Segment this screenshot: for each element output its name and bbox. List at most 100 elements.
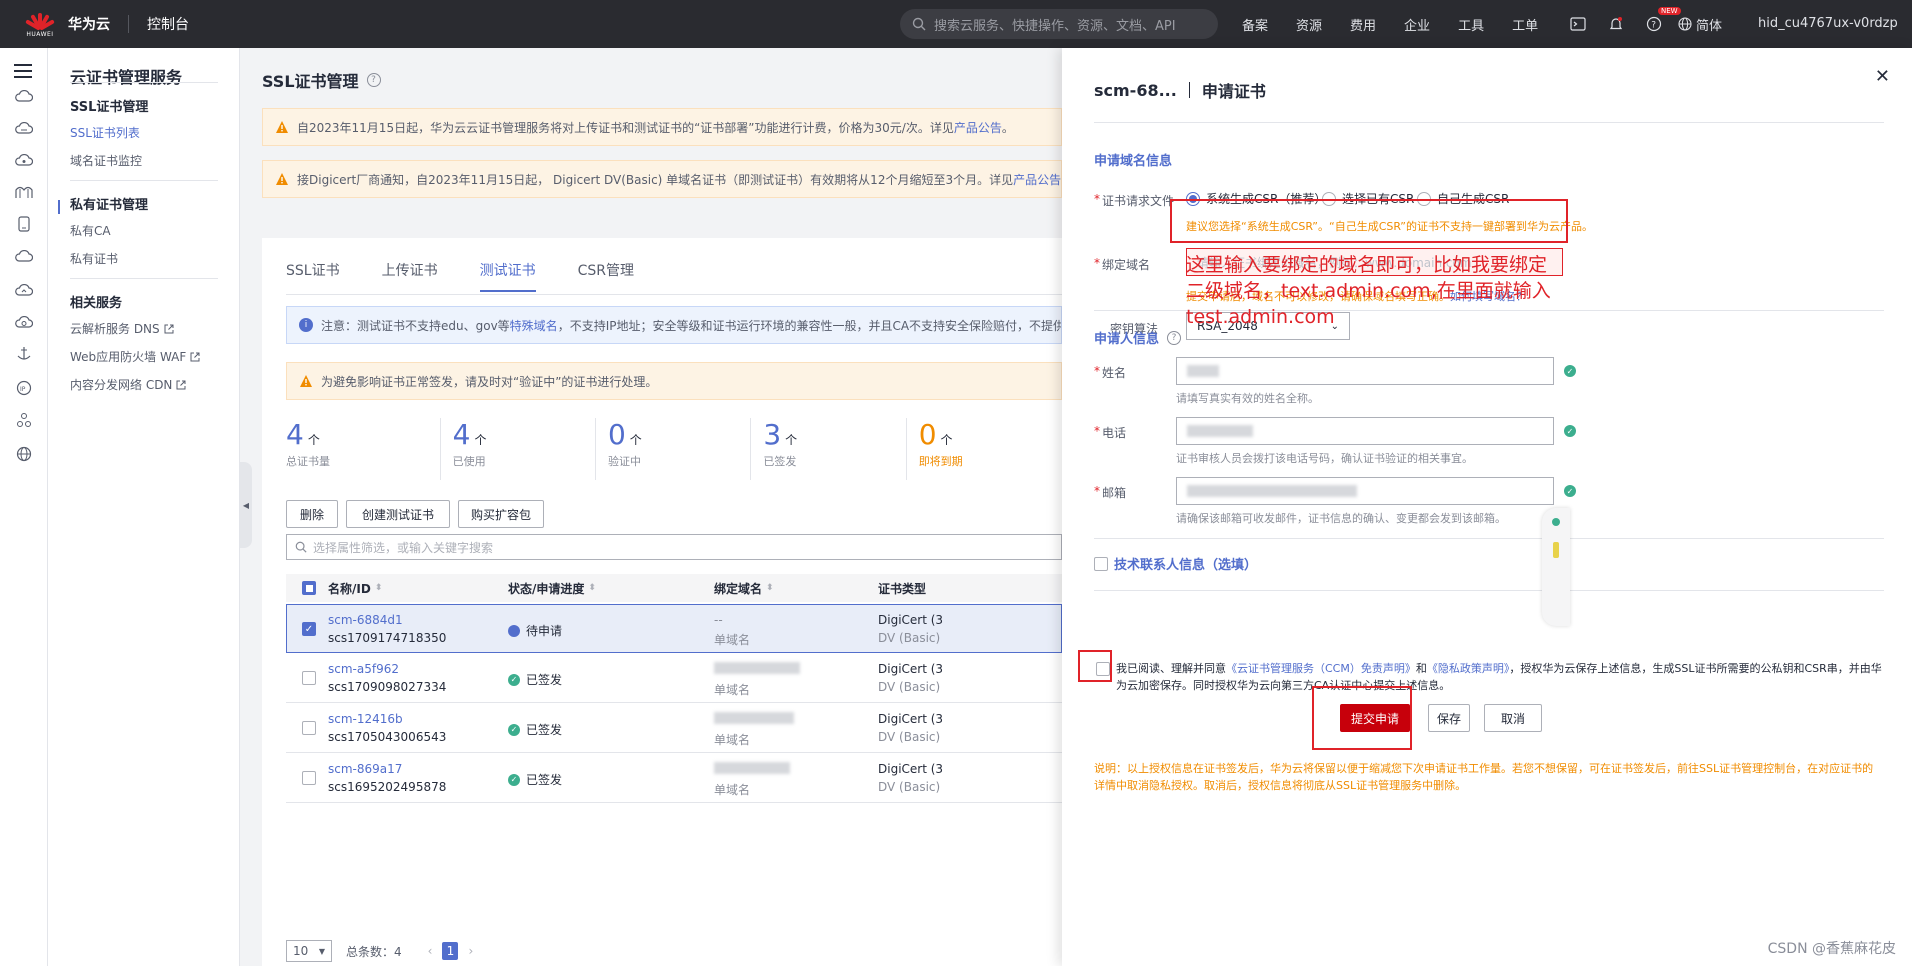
collapse-menu-handle[interactable]: ◀ [240,462,252,548]
notice-link[interactable]: 产品公告 [1013,171,1061,188]
cloud-storage-icon[interactable] [14,246,34,266]
stat-issued[interactable]: 3 个已签发 [751,418,907,480]
brand-name[interactable]: 华为云 [68,14,110,34]
create-test-cert-button[interactable]: 创建测试证书 [346,500,450,528]
save-button[interactable]: 保存 [1428,704,1470,732]
tech-contact-checkbox[interactable] [1094,556,1108,571]
menu-item-cdn[interactable]: 内容分发网络 CDN [70,376,186,393]
filter-search-input[interactable]: 选择属性筛选，或输入关键字搜索 [286,534,1062,560]
email-input[interactable] [1176,477,1554,505]
column-status[interactable]: 状态/申请进度 ⬍ [508,580,596,597]
close-icon[interactable]: ✕ [1875,66,1890,87]
menu-item-ssl-list[interactable]: SSL证书列表 [70,124,140,141]
notice-link[interactable]: 产品公告 [954,119,1002,136]
cert-name-link[interactable]: scm-12416b [328,712,446,726]
table-row[interactable]: scm-12416b scs1705043006543 ✓ 已签发 单域名 Digi… [286,704,1062,753]
cloud-sync-icon[interactable] [14,312,34,332]
database-icon[interactable] [14,150,34,170]
row-checkbox[interactable] [302,671,316,685]
stat-total[interactable]: 4 个总证书量 [286,418,441,480]
nav-enterprise[interactable]: 企业 [1404,15,1430,34]
delete-button[interactable]: 删除 [286,500,338,528]
prev-page-icon[interactable]: ‹ [428,944,433,958]
buy-package-button[interactable]: 购买扩容包 [458,500,544,528]
menu-section-ssl[interactable]: SSL证书管理 [70,96,148,115]
cancel-button[interactable]: 取消 [1484,704,1542,732]
domain-type: 单域名 [714,783,751,797]
svg-text:?: ? [1651,21,1656,31]
tab-ssl[interactable]: SSL证书 [286,260,340,292]
floating-widget[interactable] [1542,508,1570,626]
check-circle-icon: ✓ [1564,425,1576,437]
phone-icon[interactable] [14,214,34,234]
nav-tickets[interactable]: 工单 [1512,15,1538,34]
select-all-checkbox[interactable] [302,581,316,595]
row-checkbox[interactable]: ✓ [302,622,316,636]
column-name[interactable]: 名称/ID ⬍ [328,580,382,597]
globe-service-icon[interactable] [14,444,34,464]
page-number[interactable]: 1 [442,942,459,960]
column-domain[interactable]: 绑定域名 ⬍ [714,580,774,597]
cloud-icon[interactable] [14,86,34,106]
cert-name-link[interactable]: scm-6884d1 [328,613,446,627]
nav-tools[interactable]: 工具 [1458,15,1484,34]
cert-name-link[interactable]: scm-a5f962 [328,662,446,676]
ship-icon[interactable] [14,344,34,364]
row-checkbox[interactable] [302,721,316,735]
stat-expiring[interactable]: 0 个即将到期 [907,418,1062,480]
language-switch[interactable]: 简体 [1678,15,1722,34]
special-domain-link[interactable]: 特殊域名 [510,317,558,334]
row-checkbox[interactable] [302,771,316,785]
tab-csr[interactable]: CSR管理 [578,260,634,292]
stat-used[interactable]: 4 个已使用 [441,418,596,480]
menu-item-waf[interactable]: Web应用防火墙 WAF [70,348,200,365]
bridge-icon[interactable] [14,182,34,202]
tech-contact-toggle[interactable]: 技术联系人信息（选填） [1094,554,1257,573]
global-search-input[interactable]: 搜索云服务、快捷操作、资源、文档、API [900,9,1218,39]
terminal-icon[interactable] [1570,17,1586,31]
pagination: 10 ▼ 总条数：4 ‹ 1 › [286,940,473,962]
check-circle-icon: ✓ [508,673,520,686]
tab-test-cert[interactable]: 测试证书 [479,260,536,292]
nav-resources[interactable]: 资源 [1296,15,1322,34]
cloud-server-icon[interactable] [14,118,34,138]
help-icon[interactable]: ? [1167,330,1182,345]
network-icon[interactable] [14,410,34,430]
cert-name-link[interactable]: scm-869a17 [328,762,446,776]
huawei-logo[interactable]: HUAWEI [18,0,62,48]
phone-input[interactable] [1176,417,1554,445]
menu-icon[interactable] [14,64,32,78]
next-page-icon[interactable]: › [468,944,473,958]
tab-upload[interactable]: 上传证书 [382,260,438,292]
console-link[interactable]: 控制台 [147,14,189,34]
menu-section-related[interactable]: 相关服务 [70,292,122,311]
privacy-policy-link[interactable]: 《隐私政策声明》 [1427,662,1510,675]
nav-beian[interactable]: 备案 [1242,15,1268,34]
nav-billing[interactable]: 费用 [1350,15,1376,34]
cloud-upload-icon[interactable] [14,280,34,300]
page-size-select[interactable]: 10 ▼ [286,940,332,962]
name-input[interactable] [1176,357,1554,385]
check-circle-icon: ✓ [508,773,520,786]
stat-verifying[interactable]: 0 个验证中 [596,418,752,480]
menu-section-private[interactable]: 私有证书管理 [70,194,148,213]
menu-item-dns[interactable]: 云解析服务 DNS [70,320,174,337]
help-icon[interactable]: ? [366,73,381,87]
menu-item-domain-monitor[interactable]: 域名证书监控 [70,152,142,169]
domain-type: 单域名 [714,733,751,747]
ip-icon[interactable]: IP [14,378,34,398]
page-title: SSL证书管理? [262,68,381,92]
menu-item-private-ca[interactable]: 私有CA [70,222,111,239]
table-row[interactable]: scm-869a17 scs1695202495878 ✓ 已签发 单域名 Digi… [286,754,1062,803]
external-link-icon [190,352,200,361]
column-type[interactable]: 证书类型 [878,580,926,597]
annotation-box-agree [1078,650,1112,682]
bell-icon[interactable] [1608,16,1624,32]
table-row[interactable]: scm-a5f962 scs1709098027334 ✓ 已签发 单域名 Digi… [286,654,1062,703]
ccm-disclaimer-link[interactable]: 《云证书管理服务（CCM）免责声明》 [1226,662,1416,675]
table-row[interactable]: ✓ scm-6884d1 scs1709174718350 待申请 -- 单域名 D… [286,604,1062,653]
user-account[interactable]: hid_cu4767ux-v0rdzp [1758,16,1898,31]
menu-item-private-cert[interactable]: 私有证书 [70,250,118,267]
help-icon[interactable]: ? NEW [1646,7,1681,32]
pending-icon [508,624,520,637]
